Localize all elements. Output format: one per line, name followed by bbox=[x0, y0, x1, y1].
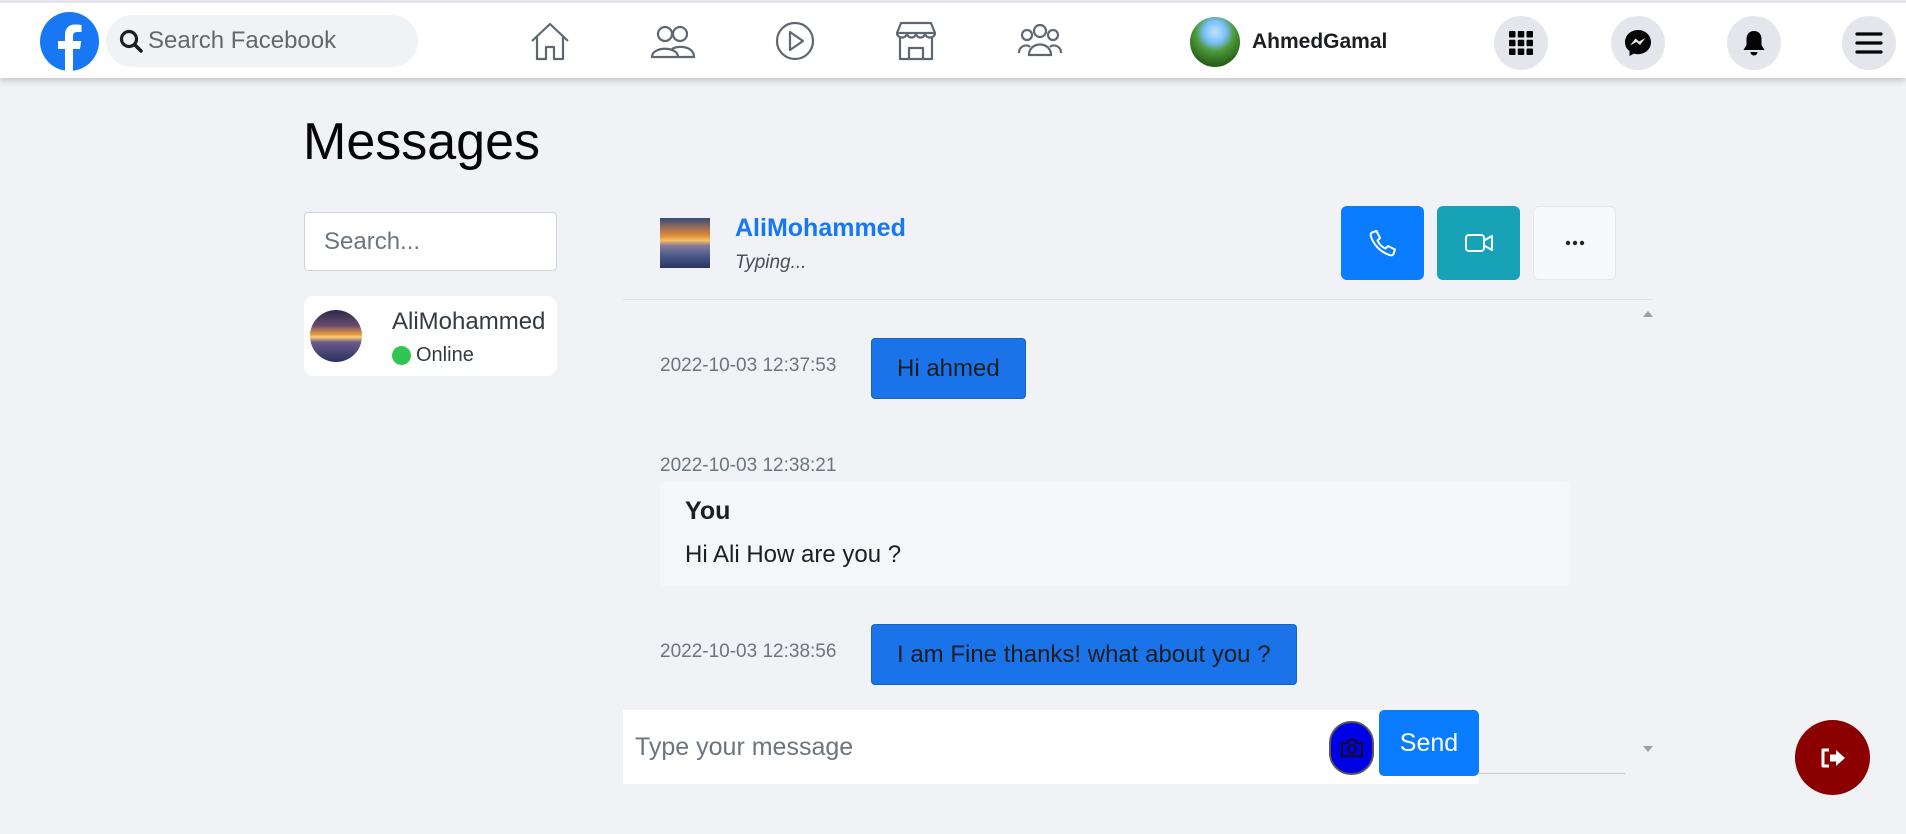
typing-status: Typing... bbox=[735, 252, 807, 273]
message-sender: You bbox=[685, 497, 731, 525]
phone-icon bbox=[1369, 230, 1396, 257]
top-navbar: AhmedGamal bbox=[0, 0, 1906, 78]
chat-header: AliMohammed Typing... bbox=[623, 200, 1653, 300]
own-message: You Hi Ali How are you ? bbox=[660, 481, 1570, 586]
home-icon[interactable] bbox=[526, 19, 574, 63]
chat-contact-name[interactable]: AliMohammed bbox=[735, 214, 906, 243]
scrollbar[interactable] bbox=[1633, 301, 1653, 776]
page-title: Messages bbox=[303, 113, 540, 171]
divider bbox=[1478, 773, 1625, 774]
message-text: Hi Ali How are you ? bbox=[685, 541, 902, 568]
message-input[interactable] bbox=[623, 710, 1323, 784]
camera-icon bbox=[1340, 739, 1363, 757]
more-icon bbox=[1565, 240, 1584, 246]
hamburger-icon[interactable] bbox=[1842, 16, 1896, 70]
message-timestamp: 2022-10-03 12:38:56 bbox=[660, 641, 837, 662]
compose-bar: Send bbox=[623, 710, 1479, 784]
message-bubble: Hi ahmed bbox=[871, 338, 1026, 399]
contacts-search-input[interactable] bbox=[304, 212, 557, 271]
messenger-icon[interactable] bbox=[1611, 16, 1665, 70]
contact-name: AliMohammed bbox=[392, 308, 546, 335]
send-button[interactable]: Send bbox=[1379, 710, 1479, 776]
message-timestamp: 2022-10-03 12:38:21 bbox=[660, 455, 837, 476]
video-call-button[interactable] bbox=[1437, 206, 1520, 280]
groups-icon[interactable] bbox=[1016, 19, 1064, 63]
message-list[interactable]: 2022-10-03 12:37:53 Hi ahmed 2022-10-03 … bbox=[623, 301, 1653, 776]
profile-name: AhmedGamal bbox=[1252, 30, 1388, 53]
scroll-down-arrow-icon[interactable] bbox=[1643, 746, 1653, 752]
message-bubble: I am Fine thanks! what about you ? bbox=[871, 624, 1297, 685]
menu-grid-icon[interactable] bbox=[1494, 16, 1548, 70]
sign-out-icon bbox=[1821, 748, 1845, 767]
avatar bbox=[310, 310, 362, 362]
video-icon bbox=[1464, 234, 1493, 252]
camera-button[interactable] bbox=[1329, 721, 1374, 775]
message-timestamp: 2022-10-03 12:37:53 bbox=[660, 355, 837, 376]
facebook-logo-icon[interactable] bbox=[40, 12, 99, 71]
contact-status: Online bbox=[416, 344, 474, 366]
profile-link[interactable]: AhmedGamal bbox=[1190, 17, 1387, 67]
logout-button[interactable] bbox=[1795, 720, 1870, 795]
avatar bbox=[1190, 17, 1240, 67]
scroll-up-arrow-icon[interactable] bbox=[1643, 311, 1653, 317]
avatar bbox=[660, 218, 710, 268]
facebook-search-input[interactable] bbox=[148, 27, 408, 55]
online-status-dot bbox=[392, 346, 411, 365]
call-button[interactable] bbox=[1341, 206, 1424, 280]
marketplace-icon[interactable] bbox=[892, 19, 940, 63]
contact-list-item[interactable]: AliMohammed Online bbox=[304, 296, 557, 376]
bell-icon[interactable] bbox=[1727, 16, 1781, 70]
facebook-search bbox=[106, 15, 418, 67]
friends-icon[interactable] bbox=[648, 19, 696, 63]
more-options-button[interactable] bbox=[1533, 206, 1616, 280]
search-icon bbox=[119, 29, 143, 53]
watch-icon[interactable] bbox=[771, 19, 819, 63]
